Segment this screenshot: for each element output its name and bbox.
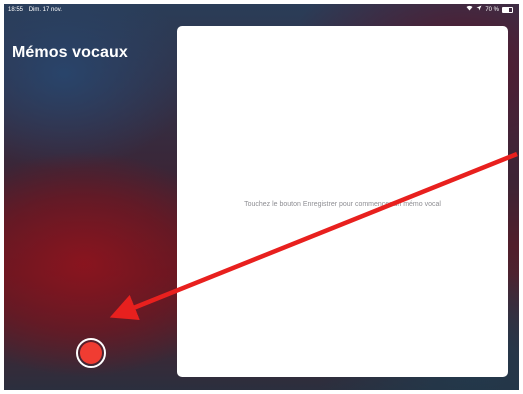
record-button[interactable] (76, 338, 106, 368)
page-title: Mémos vocaux (12, 44, 128, 61)
location-icon (476, 4, 482, 16)
ipad-screen: 18:55 Dim. 17 nov. 70 % Mémos vocaux Tou… (4, 4, 519, 390)
status-time: 18:55 (8, 7, 24, 13)
status-date: Dim. 17 nov. (28, 7, 62, 13)
status-bar: 18:55 Dim. 17 nov. 70 % (4, 4, 519, 16)
memo-detail-panel: Touchez le bouton Enregistrer pour comme… (177, 26, 508, 377)
battery-icon (502, 7, 513, 13)
record-icon (80, 342, 102, 364)
empty-state-message: Touchez le bouton Enregistrer pour comme… (244, 201, 441, 208)
battery-percentage: 70 % (485, 7, 499, 13)
wifi-icon (466, 4, 473, 16)
